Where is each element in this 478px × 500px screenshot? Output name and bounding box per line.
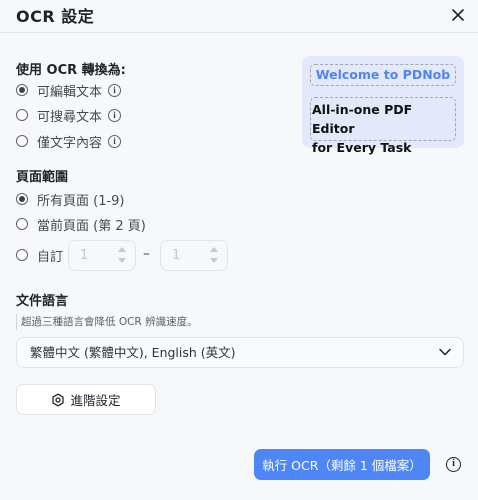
radio-text-only[interactable]: 僅文字內容 i [16, 132, 122, 151]
chevron-down-icon[interactable] [118, 258, 126, 263]
radio-label: 可搜尋文本 [37, 109, 103, 125]
dialog-header: OCR 設定 [0, 0, 478, 30]
radio-button[interactable] [16, 249, 28, 261]
range-separator: – [143, 246, 150, 262]
stepper-arrows[interactable] [210, 247, 218, 265]
gear-icon [52, 393, 65, 406]
promo-tagline: All-in-one PDF Editor for Every Task [310, 97, 456, 155]
promo-banner[interactable]: Welcome to PDNob All-in-one PDF Editor f… [302, 56, 464, 155]
range-from-value: 1 [80, 248, 89, 263]
radio-button[interactable] [16, 109, 28, 121]
run-ocr-button[interactable]: 執行 OCR（剩餘 1 個檔案） [254, 449, 430, 480]
run-ocr-label: 執行 OCR（剩餘 1 個檔案） [262, 458, 422, 473]
dialog-title: OCR 設定 [16, 7, 95, 26]
language-select[interactable]: 繁體中文 (繁體中文), English (英文) [16, 337, 464, 368]
radio-label: 自訂 [37, 249, 64, 265]
radio-label: 可編輯文本 [37, 84, 103, 100]
info-icon[interactable]: i [446, 457, 461, 472]
radio-searchable-text[interactable]: 可搜尋文本 i [16, 106, 122, 125]
radio-label: 所有頁面 (1-9) [37, 193, 125, 209]
chevron-down-icon[interactable] [210, 258, 218, 263]
info-icon[interactable]: i [108, 108, 122, 122]
document-language-title: 文件語言 [16, 294, 69, 309]
radio-custom-range[interactable]: 自訂 [16, 246, 64, 265]
radio-current-page[interactable]: 當前頁面 (第 2 頁) [16, 215, 146, 234]
chevron-up-icon[interactable] [118, 247, 126, 252]
info-icon[interactable]: i [108, 83, 122, 97]
radio-button[interactable] [16, 218, 28, 230]
range-to-stepper[interactable]: 1 [160, 240, 228, 271]
header-divider [0, 32, 478, 33]
range-to-value: 1 [172, 248, 181, 263]
stepper-arrows[interactable] [118, 247, 126, 265]
close-button[interactable] [448, 5, 468, 25]
radio-label: 僅文字內容 [37, 135, 103, 151]
advanced-settings-label: 進階設定 [70, 393, 121, 408]
radio-button[interactable] [16, 84, 28, 96]
advanced-settings-button[interactable]: 進階設定 [16, 384, 156, 415]
promo-tagline-line1: All-in-one PDF Editor [312, 102, 413, 136]
info-icon[interactable]: i [108, 134, 122, 148]
language-hint: 超過三種語言會降低 OCR 辨識速度。 [16, 314, 198, 330]
language-selected-value: 繁體中文 (繁體中文), English (英文) [30, 345, 236, 360]
page-range-title: 頁面範圍 [16, 170, 69, 185]
chevron-up-icon[interactable] [210, 247, 218, 252]
radio-label: 當前頁面 (第 2 頁) [37, 218, 146, 234]
ocr-convert-title: 使用 OCR 轉換為: [16, 63, 126, 78]
promo-welcome-text: Welcome to PDNob [310, 64, 456, 86]
radio-editable-text[interactable]: 可編輯文本 i [16, 81, 122, 100]
chevron-down-icon [439, 348, 451, 356]
radio-all-pages[interactable]: 所有頁面 (1-9) [16, 190, 125, 209]
radio-button[interactable] [16, 135, 28, 147]
promo-tagline-line2: for Every Task [312, 140, 412, 155]
close-icon [452, 9, 464, 21]
radio-button[interactable] [16, 193, 28, 205]
range-from-stepper[interactable]: 1 [68, 240, 136, 271]
